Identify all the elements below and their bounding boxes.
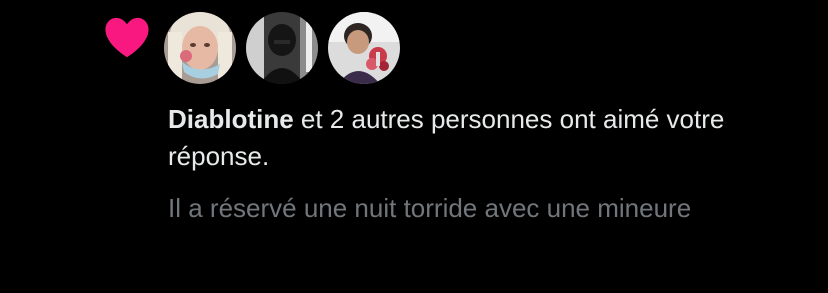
- liker-name[interactable]: Diablotine: [168, 104, 294, 134]
- like-notification[interactable]: Diablotine et 2 autres personnes ont aim…: [0, 0, 828, 293]
- liked-reply-text: Il a réservé une nuit torride avec une m…: [168, 193, 692, 223]
- avatar[interactable]: [328, 12, 400, 84]
- notification-message: Diablotine et 2 autres personnes ont aim…: [168, 101, 808, 175]
- heart-icon: [104, 16, 150, 58]
- avatar[interactable]: [246, 12, 318, 84]
- avatar[interactable]: [164, 12, 236, 84]
